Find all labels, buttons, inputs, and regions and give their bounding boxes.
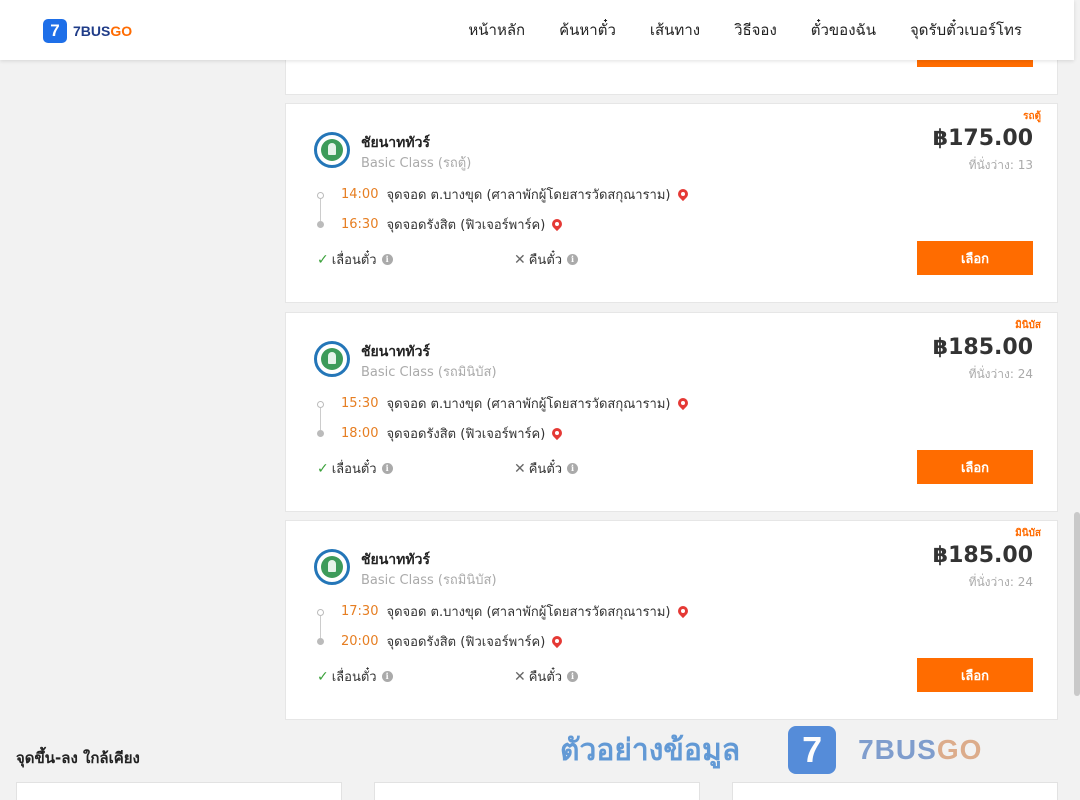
- nearby-stop-card[interactable]: [732, 782, 1058, 800]
- operator-name: ชัยนาททัวร์: [361, 135, 430, 151]
- sample-data-watermark: ตัวอย่างข้อมูล 7 7BUSGO: [560, 726, 982, 774]
- arrival-stop-name: จุดจอดรังสิต (ฟิวเจอร์พาร์ค): [386, 635, 546, 650]
- info-icon[interactable]: i: [381, 671, 393, 682]
- check-icon: ✓: [317, 251, 329, 268]
- check-icon: ✓: [317, 668, 329, 685]
- service-class: Basic Class (รถมินิบัส): [361, 573, 497, 588]
- refund-policy: ✕ คืนตั๋ว i: [514, 666, 579, 687]
- trip-card: มินิบัส ชัยนาททัวร์ Basic Class (รถมินิบ…: [285, 312, 1058, 512]
- service-class: Basic Class (รถมินิบัส): [361, 365, 497, 380]
- logo-text: 7BUSGO: [73, 23, 133, 39]
- arrival-time: 20:00: [341, 634, 379, 649]
- scrollbar-thumb[interactable]: [1074, 512, 1080, 696]
- info-icon[interactable]: i: [381, 254, 393, 265]
- site-logo[interactable]: 7 7BUSGO: [43, 19, 132, 43]
- nav-ticket-points[interactable]: จุดรับตั๋วเบอร์โทร: [910, 18, 1022, 42]
- departure-time: 15:30: [341, 396, 379, 411]
- arrival-stop-name: จุดจอดรังสิต (ฟิวเจอร์พาร์ค): [386, 427, 546, 442]
- select-trip-button[interactable]: เลือก: [917, 450, 1033, 484]
- seats-available: ที่นั่งว่าง: 24: [968, 575, 1033, 589]
- operator-logo: [314, 341, 350, 377]
- nearby-stop-card[interactable]: [374, 782, 700, 800]
- departure-stop-name: จุดจอด ต.บางขุด (ศาลาพักผู้โดยสารวัดสกุณ…: [386, 397, 671, 412]
- top-header: 7 7BUSGO หน้าหลัก ค้นหาตั๋ว เส้นทาง วิธี…: [0, 0, 1074, 60]
- change-policy: ✓ เลื่อนตั๋ว i: [317, 458, 393, 479]
- service-class: Basic Class (รถตู้): [361, 156, 472, 171]
- nearby-stop-card[interactable]: [16, 782, 342, 800]
- select-trip-button[interactable]: เลือก: [917, 241, 1033, 275]
- vehicle-type-badge: รถตู้: [1023, 111, 1041, 122]
- operator-logo: [314, 132, 350, 168]
- map-pin-icon[interactable]: [677, 189, 689, 201]
- map-pin-icon[interactable]: [677, 398, 689, 410]
- change-policy: ✓ เลื่อนตั๋ว i: [317, 249, 393, 270]
- vehicle-type-badge: มินิบัส: [1015, 528, 1041, 539]
- watermark-brand: 7BUSGO: [858, 734, 983, 765]
- nav-how-to-book[interactable]: วิธีจอง: [734, 18, 777, 42]
- trip-price: ฿185.00: [932, 335, 1033, 360]
- arrival-time: 16:30: [341, 217, 379, 232]
- nearby-stops-title: จุดขึ้น-ลง ใกล้เคียง: [16, 749, 140, 767]
- seats-available: ที่นั่งว่าง: 24: [968, 367, 1033, 381]
- info-icon[interactable]: i: [567, 254, 579, 265]
- nav-my-tickets[interactable]: ตั๋วของฉัน: [811, 18, 876, 42]
- info-icon[interactable]: i: [567, 671, 579, 682]
- trip-card: รถตู้ ชัยนาททัวร์ Basic Class (รถตู้) ฿1…: [285, 103, 1058, 303]
- route-timeline: [317, 192, 324, 228]
- departure-time: 17:30: [341, 604, 379, 619]
- vehicle-type-badge: มินิบัส: [1015, 320, 1041, 331]
- seats-available: ที่นั่งว่าง: 13: [968, 158, 1033, 172]
- map-pin-icon[interactable]: [677, 606, 689, 618]
- trip-card: มินิบัส ชัยนาททัวร์ Basic Class (รถมินิบ…: [285, 520, 1058, 720]
- map-pin-icon[interactable]: [551, 219, 563, 231]
- cross-icon: ✕: [514, 251, 526, 268]
- departure-stop-name: จุดจอด ต.บางขุด (ศาลาพักผู้โดยสารวัดสกุณ…: [386, 605, 671, 620]
- refund-policy: ✕ คืนตั๋ว i: [514, 458, 579, 479]
- operator-name: ชัยนาททัวร์: [361, 344, 430, 360]
- departure-stop: 14:00 จุดจอด ต.บางขุด (ศาลาพักผู้โดยสารว…: [341, 184, 689, 205]
- departure-stop: 17:30 จุดจอด ต.บางขุด (ศาลาพักผู้โดยสารว…: [341, 601, 689, 622]
- arrival-stop-name: จุดจอดรังสิต (ฟิวเจอร์พาร์ค): [386, 218, 546, 233]
- departure-stop: 15:30 จุดจอด ต.บางขุด (ศาลาพักผู้โดยสารว…: [341, 393, 689, 414]
- trip-price: ฿185.00: [932, 543, 1033, 568]
- nav-home[interactable]: หน้าหลัก: [468, 18, 525, 42]
- route-timeline: [317, 401, 324, 437]
- nav-routes[interactable]: เส้นทาง: [650, 18, 700, 42]
- departure-stop-name: จุดจอด ต.บางขุด (ศาลาพักผู้โดยสารวัดสกุณ…: [386, 188, 671, 203]
- cross-icon: ✕: [514, 668, 526, 685]
- refund-policy: ✕ คืนตั๋ว i: [514, 249, 579, 270]
- map-pin-icon[interactable]: [551, 636, 563, 648]
- arrival-time: 18:00: [341, 426, 379, 441]
- previous-trip-card: [285, 60, 1058, 95]
- nav-search-ticket[interactable]: ค้นหาตั๋ว: [559, 18, 616, 42]
- route-timeline: [317, 609, 324, 645]
- check-icon: ✓: [317, 460, 329, 477]
- info-icon[interactable]: i: [381, 463, 393, 474]
- main-nav: หน้าหลัก ค้นหาตั๋ว เส้นทาง วิธีจอง ตั๋วข…: [434, 0, 1022, 60]
- operator-name: ชัยนาททัวร์: [361, 552, 430, 568]
- watermark-logo-icon: 7: [788, 726, 837, 774]
- previous-select-button[interactable]: [917, 60, 1033, 67]
- map-pin-icon[interactable]: [551, 428, 563, 440]
- arrival-stop: 20:00 จุดจอดรังสิต (ฟิวเจอร์พาร์ค): [341, 631, 563, 652]
- select-trip-button[interactable]: เลือก: [917, 658, 1033, 692]
- departure-time: 14:00: [341, 187, 379, 202]
- watermark-text: ตัวอย่างข้อมูล: [560, 732, 741, 768]
- trip-price: ฿175.00: [932, 126, 1033, 151]
- change-policy: ✓ เลื่อนตั๋ว i: [317, 666, 393, 687]
- info-icon[interactable]: i: [567, 463, 579, 474]
- cross-icon: ✕: [514, 460, 526, 477]
- arrival-stop: 16:30 จุดจอดรังสิต (ฟิวเจอร์พาร์ค): [341, 214, 563, 235]
- operator-logo: [314, 549, 350, 585]
- arrival-stop: 18:00 จุดจอดรังสิต (ฟิวเจอร์พาร์ค): [341, 423, 563, 444]
- scrollbar-track[interactable]: [1074, 0, 1080, 800]
- logo-mark-icon: 7: [43, 19, 67, 43]
